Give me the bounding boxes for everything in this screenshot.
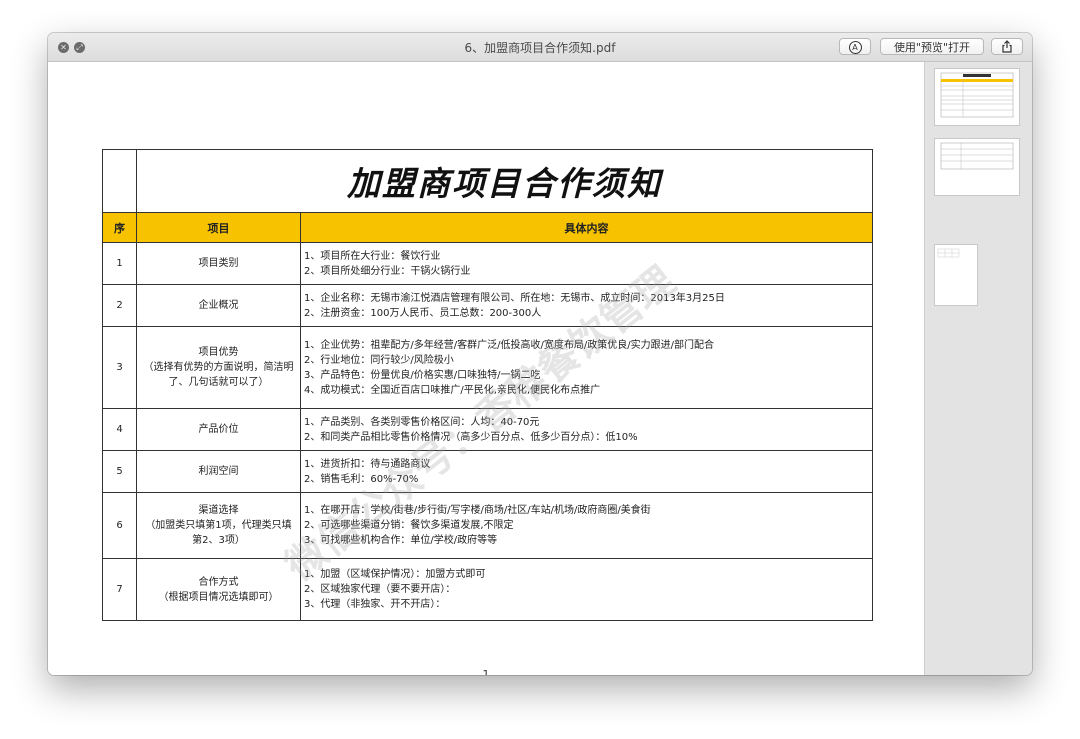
content-line: 1、在哪开店：学校/街巷/步行街/写字楼/商场/社区/车站/机场/政府商圈/美食… [304,505,651,516]
content-line: 1、进货折扣：待与通路商议 [304,458,431,470]
row-item-label: 渠道选择 [198,505,239,516]
row-content: 1、企业名称：无锡市渝江悦酒店管理有限公司、所在地：无锡市、成立时间：2013年… [300,284,873,327]
row-item-label: 合作方式 [198,576,239,588]
thumbnail-preview [937,248,960,258]
markup-icon: A [848,40,862,54]
content-line: 2、可选哪些渠道分销：餐饮多渠道发展,不限定 [304,520,514,531]
content-line: 1、企业名称：无锡市渝江悦酒店管理有限公司、所在地：无锡市、成立时间：2013年… [304,292,725,304]
page-thumbnail-2[interactable] [934,138,1020,196]
content-line: 1、企业优势：祖辈配方/多年经营/客群广泛/低投高收/宽度布局/政策优良/实力跟… [304,339,714,351]
header-row: 序 项目 具体内容 [102,212,873,243]
table-row: 1 项目类别 1、项目所在大行业：餐饮行业 2、项目所处细分行业：干锅火锅行业 [102,242,873,285]
row-item-label: 利润空间 [198,466,239,477]
row-item-label: 项目类别 [198,258,239,269]
row-content: 1、企业优势：祖辈配方/多年经营/客群广泛/低投高收/宽度布局/政策优良/实力跟… [300,326,873,409]
table-row: 6 渠道选择 （加盟类只填第1项，代理类只填第2、3项） 1、在哪开店：学校/街巷/步… [102,492,873,559]
page-thumbnail-3[interactable] [934,244,978,306]
row-content: 1、产品类别、各类别零售价格区间：人均：40-70元 2、和同类产品相比零售价格情… [300,408,873,451]
row-item-note: （选择有优势的方面说明，简洁明了、几句话就可以了） [143,362,294,388]
content-line: 2、项目所处细分行业：干锅火锅行业 [304,265,471,277]
row-item: 利润空间 [136,450,301,493]
thumbnail-preview [940,72,1014,118]
thumbnail-preview [940,142,1014,170]
row-item: 产品价位 [136,408,301,451]
header-item: 项目 [136,212,301,243]
content-line: 4、成功模式：全国近百店口味推广/平民化,亲民化,便民化布点推广 [304,384,601,396]
content-line: 2、行业地位：同行较少/风险极小 [304,354,454,366]
table-row: 2 企业概况 1、企业名称：无锡市渝江悦酒店管理有限公司、所在地：无锡市、成立时间：… [102,284,873,327]
content-line: 2、和同类产品相比零售价格情况（高多少百分点、低多少百分点）：低10% [304,431,638,443]
content-line: 1、产品类别、各类别零售价格区间：人均：40-70元 [304,416,540,428]
pdf-page[interactable]: 加盟商项目合作须知 序 项目 具体内容 1 项目类别 1、项目所在大行业：餐饮行业 2… [48,62,924,675]
row-item-label: 产品价位 [198,424,239,435]
title-row: 加盟商项目合作须知 [102,149,873,213]
row-number: 2 [102,284,137,327]
row-number: 5 [102,450,137,493]
page-number: 1 [482,668,490,675]
title-bar: ✕ ⤢ 6、加盟商项目合作须知.pdf A 使用"预览"打开 [48,33,1032,62]
row-number: 7 [102,558,137,621]
row-number: 4 [102,408,137,451]
page-thumbnail-1[interactable] [934,68,1020,126]
header-num: 序 [102,212,137,243]
document-title: 加盟商项目合作须知 [136,149,873,213]
open-with-preview-button[interactable]: 使用"预览"打开 [880,38,984,55]
markup-button[interactable]: A [839,38,871,55]
cooperation-table: 加盟商项目合作须知 序 项目 具体内容 1 项目类别 1、项目所在大行业：餐饮行业 2… [102,149,873,621]
header-content: 具体内容 [300,212,873,243]
content-line: 1、项目所在大行业：餐饮行业 [304,250,441,262]
row-content: 1、进货折扣：待与通路商议 2、销售毛利：60%-70% [300,450,873,493]
title-spacer-cell [102,149,137,213]
row-item: 企业概况 [136,284,301,327]
table-row: 5 利润空间 1、进货折扣：待与通路商议 2、销售毛利：60%-70% [102,450,873,493]
table-row: 4 产品价位 1、产品类别、各类别零售价格区间：人均：40-70元 2、和同类产品相比… [102,408,873,451]
content-line: 2、销售毛利：60%-70% [304,473,419,485]
row-item: 合作方式 （根据项目情况选填即可） [136,558,301,621]
row-item: 项目类别 [136,242,301,285]
content-line: 2、注册资金：100万人民币、员工总数：200-300人 [304,307,542,319]
table-body: 1 项目类别 1、项目所在大行业：餐饮行业 2、项目所处细分行业：干锅火锅行业 2 企业概… [102,242,873,621]
row-content: 1、加盟（区域保护情况）：加盟方式即可 2、区域独家代理（要不要开店）： 3、代理（… [300,558,873,621]
share-button[interactable] [991,38,1023,55]
table-row: 7 合作方式 （根据项目情况选填即可） 1、加盟（区域保护情况）：加盟方式即可 2、区域… [102,558,873,621]
row-item-label: 企业概况 [198,300,239,311]
row-item-label: 项目优势 [198,347,239,358]
row-item: 渠道选择 （加盟类只填第1项，代理类只填第2、3项） [136,492,301,559]
content-line: 3、产品特色：份量优良/价格实惠/口味独特/一锅二吃 [304,369,541,381]
row-number: 1 [102,242,137,285]
content-line: 1、加盟（区域保护情况）：加盟方式即可 [304,569,486,580]
share-icon [1002,40,1012,53]
row-content: 1、项目所在大行业：餐饮行业 2、项目所处细分行业：干锅火锅行业 [300,242,873,285]
content-line: 3、代理（非独家、开不开店）： [304,599,446,610]
content-line: 2、区域独家代理（要不要开店）： [304,584,456,595]
row-item: 项目优势 （选择有优势的方面说明，简洁明了、几句话就可以了） [136,326,301,409]
thumbnail-sidebar [924,62,1032,675]
table-row: 3 项目优势 （选择有优势的方面说明，简洁明了、几句话就可以了） 1、企业优势：祖辈配… [102,326,873,409]
row-content: 1、在哪开店：学校/街巷/步行街/写字楼/商场/社区/车站/机场/政府商圈/美食… [300,492,873,559]
row-number: 6 [102,492,137,559]
content-line: 3、可找哪些机构合作：单位/学校/政府等等 [304,535,498,546]
row-item-note: （根据项目情况选填即可） [158,591,279,603]
preview-window: ✕ ⤢ 6、加盟商项目合作须知.pdf A 使用"预览"打开 加盟商项目合作须知… [48,33,1032,675]
row-item-note: （加盟类只填第1项，代理类只填第2、3项） [145,520,292,546]
row-number: 3 [102,326,137,409]
